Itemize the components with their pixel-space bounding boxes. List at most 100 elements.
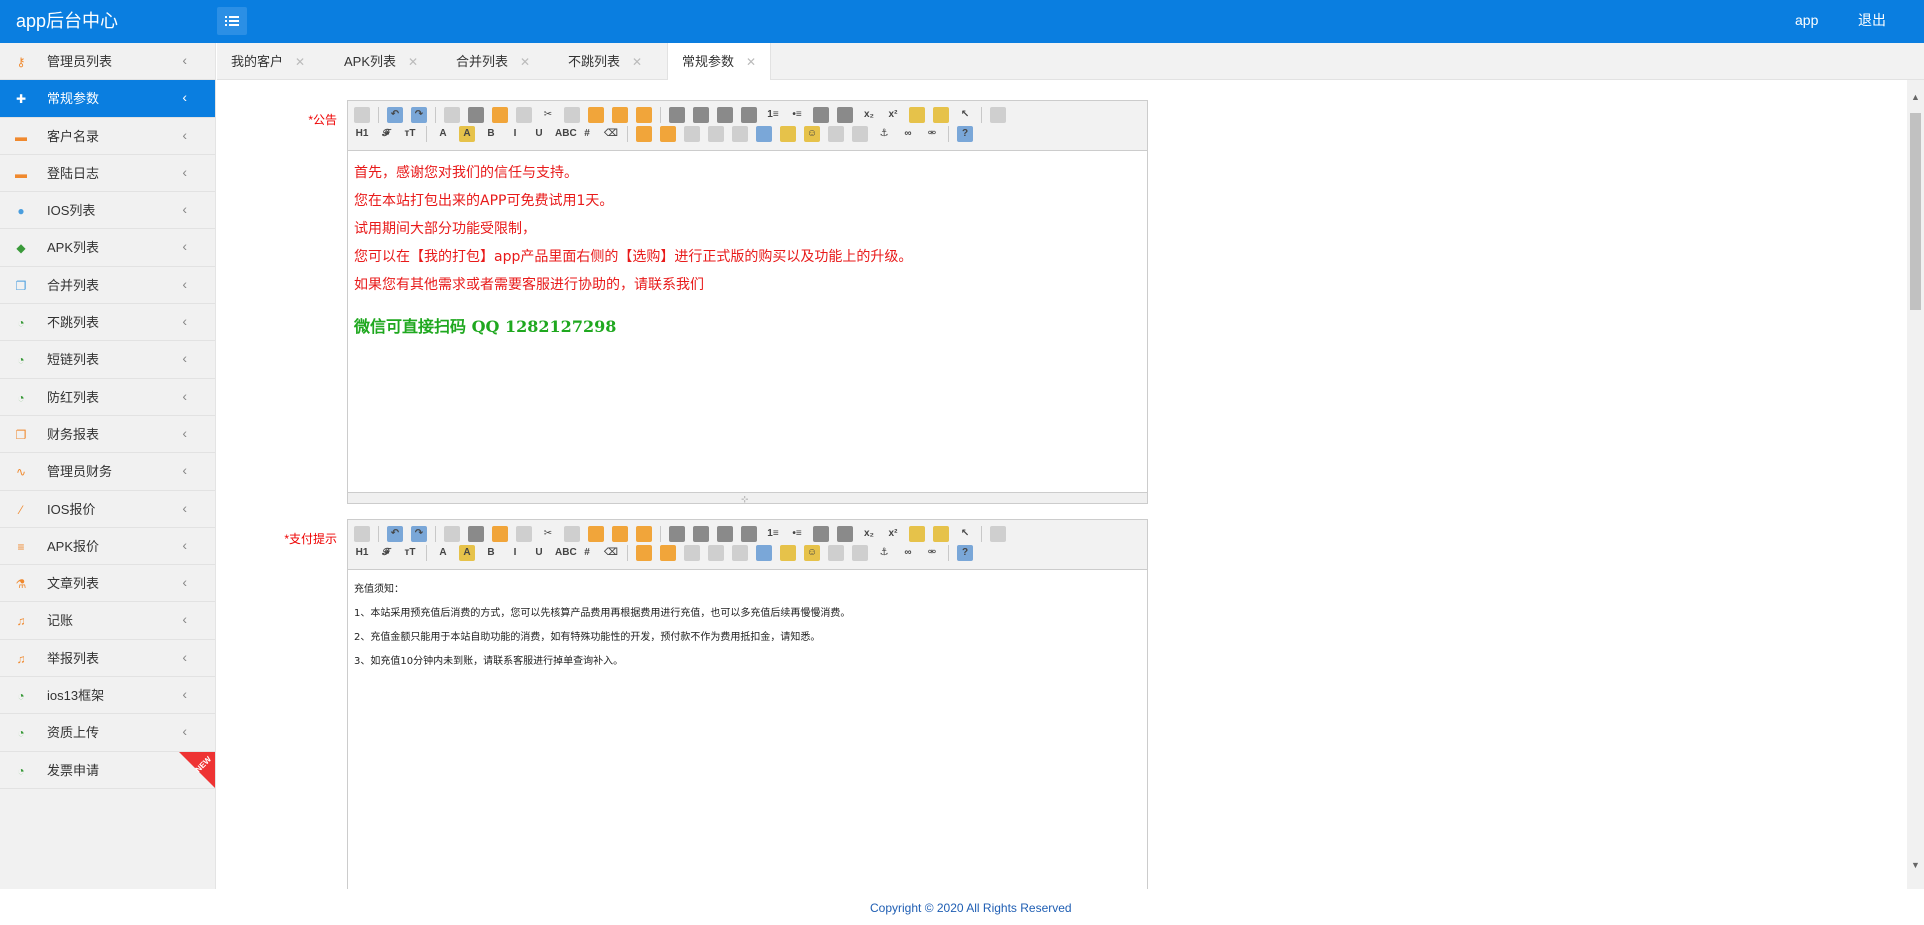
pagebreak-icon[interactable] (780, 126, 796, 142)
pagebreak-icon[interactable] (780, 545, 796, 561)
font-family-icon[interactable]: 𝓕 (378, 126, 394, 142)
link-icon[interactable]: ∞ (900, 126, 916, 142)
sidebar-item[interactable]: ♫ 记账 ‹ (0, 602, 215, 640)
preview-icon[interactable] (444, 526, 460, 542)
align-right-icon[interactable] (717, 107, 733, 123)
map-icon[interactable] (852, 126, 868, 142)
flash-icon[interactable] (684, 545, 700, 561)
sidebar-item[interactable]: ∿ 管理员财务 ‹ (0, 453, 215, 491)
cut-icon[interactable]: ✂ (540, 107, 556, 123)
sidebar-item[interactable]: ◔ 发票申请 NEW (0, 751, 215, 789)
unlink-icon[interactable]: ⚮ (924, 545, 940, 561)
table-icon[interactable] (756, 126, 772, 142)
align-right-icon[interactable] (717, 526, 733, 542)
italic-icon[interactable]: I (507, 126, 523, 142)
multi-image-icon[interactable] (660, 545, 676, 561)
sidebar-item[interactable]: ◔ 防红列表 ‹ (0, 379, 215, 416)
undo-icon[interactable]: ↶ (387, 526, 403, 542)
source-icon[interactable] (354, 107, 370, 123)
unordered-list-icon[interactable]: •≡ (789, 107, 805, 123)
preview-icon[interactable] (444, 107, 460, 123)
strikethrough-icon[interactable]: ABC (555, 545, 577, 561)
sidebar-item[interactable]: ◔ 不跳列表 ‹ (0, 304, 215, 342)
superscript-icon[interactable]: x² (885, 107, 901, 123)
print-icon[interactable] (468, 107, 484, 123)
link-icon[interactable]: ∞ (900, 545, 916, 561)
paste-text-icon[interactable] (612, 526, 628, 542)
ordered-list-icon[interactable]: 1≡ (765, 526, 781, 542)
select-all-icon[interactable]: ↖ (957, 107, 973, 123)
scroll-up-arrow-icon[interactable]: ▲ (1911, 92, 1920, 102)
subscript-icon[interactable]: x₂ (861, 526, 877, 542)
source-icon[interactable] (354, 526, 370, 542)
insert-image-icon[interactable] (828, 126, 844, 142)
app-logo[interactable]: app后台中心 (16, 0, 118, 43)
heading-icon[interactable]: H1 (354, 545, 370, 561)
hr-icon[interactable]: # (579, 126, 595, 142)
attachment-icon[interactable] (732, 126, 748, 142)
anchor-icon[interactable]: ⚓ (876, 126, 892, 142)
sidebar-item[interactable]: ▬ 登陆日志 ‹ (0, 155, 215, 193)
heading-icon[interactable]: H1 (354, 126, 370, 142)
remove-format-icon[interactable]: ⌫ (603, 545, 619, 561)
paste-icon[interactable] (588, 107, 604, 123)
ordered-list-icon[interactable]: 1≡ (765, 107, 781, 123)
paste-icon[interactable] (588, 526, 604, 542)
clear-format-icon[interactable] (909, 107, 925, 123)
tab-merge-list[interactable]: 合并列表 ✕ (456, 43, 530, 80)
unlink-icon[interactable]: ⚮ (924, 126, 940, 142)
cut-icon[interactable]: ✂ (540, 526, 556, 542)
scroll-down-arrow-icon[interactable]: ▼ (1911, 860, 1920, 870)
editor-resize-handle[interactable]: ⊹ (348, 492, 1147, 504)
sidebar-item[interactable]: ❐ 财务报表 ‹ (0, 416, 215, 454)
paste-word-icon[interactable] (636, 526, 652, 542)
sidebar-item[interactable]: ▬ 客户名录 ‹ (0, 118, 215, 155)
unordered-list-icon[interactable]: •≡ (789, 526, 805, 542)
image-icon[interactable] (636, 545, 652, 561)
close-icon[interactable]: ✕ (408, 55, 418, 69)
align-left-icon[interactable] (669, 526, 685, 542)
font-size-icon[interactable]: тT (402, 545, 418, 561)
code-icon[interactable] (516, 526, 532, 542)
outdent-icon[interactable] (837, 107, 853, 123)
sidebar-item[interactable]: ● IOS列表 ‹ (0, 192, 215, 230)
outdent-icon[interactable] (837, 526, 853, 542)
map-icon[interactable] (852, 545, 868, 561)
sidebar-item[interactable]: ⚗ 文章列表 ‹ (0, 565, 215, 603)
emoticon-icon[interactable]: ☺ (804, 126, 820, 142)
insert-image-icon[interactable] (828, 545, 844, 561)
redo-icon[interactable]: ↷ (411, 107, 427, 123)
font-color-icon[interactable]: A (435, 545, 451, 561)
paste-text-icon[interactable] (612, 107, 628, 123)
sidebar-item[interactable]: ◆ APK列表 ‹ (0, 229, 215, 267)
copy-icon[interactable] (564, 107, 580, 123)
fullscreen-icon[interactable] (990, 107, 1006, 123)
underline-icon[interactable]: U (531, 545, 547, 561)
justify-icon[interactable] (741, 526, 757, 542)
announcement-editor[interactable]: ↶ ↷ ✂ 1≡ •≡ x₂ x² ↖ H1 𝓕тT A A B I U ABC # ⌫ ☺ ⚓ ∞ ⚮? 首先，感谢您对… (347, 100, 1148, 504)
editor-content[interactable]: 首先，感谢您对我们的信任与支持。 您在本站打包出来的APP可免费试用1天。 试用… (348, 151, 1147, 345)
subscript-icon[interactable]: x₂ (861, 107, 877, 123)
font-color-icon[interactable]: A (435, 126, 451, 142)
paste-word-icon[interactable] (636, 107, 652, 123)
bold-icon[interactable]: B (483, 545, 499, 561)
close-icon[interactable]: ✕ (632, 55, 642, 69)
hr-icon[interactable]: # (579, 545, 595, 561)
sidebar-item[interactable]: ◔ ios13框架 ‹ (0, 677, 215, 715)
payment-tip-editor[interactable]: ↶ ↷ ✂ 1≡ •≡ x₂ x² ↖ H1 𝓕тT A A B I U ABC # ⌫ ☺ ⚓ ∞ ⚮? 充值须知： 1… (347, 519, 1148, 890)
page-scrollbar[interactable]: ▲ ▼ (1907, 80, 1924, 890)
editor-content[interactable]: 充值须知： 1、本站采用预充值后消费的方式，您可以先核算产品费用再根据费用进行充… (348, 570, 1147, 682)
template-icon[interactable] (492, 526, 508, 542)
brush-icon[interactable] (933, 526, 949, 542)
select-all-icon[interactable]: ↖ (957, 526, 973, 542)
close-icon[interactable]: ✕ (746, 55, 756, 69)
align-left-icon[interactable] (669, 107, 685, 123)
tab-nojump-list[interactable]: 不跳列表 ✕ (568, 43, 642, 80)
print-icon[interactable] (468, 526, 484, 542)
flash-icon[interactable] (684, 126, 700, 142)
align-center-icon[interactable] (693, 526, 709, 542)
table-icon[interactable] (756, 545, 772, 561)
clear-format-icon[interactable] (909, 526, 925, 542)
scroll-thumb[interactable] (1910, 113, 1921, 310)
help-icon[interactable]: ? (957, 126, 973, 142)
